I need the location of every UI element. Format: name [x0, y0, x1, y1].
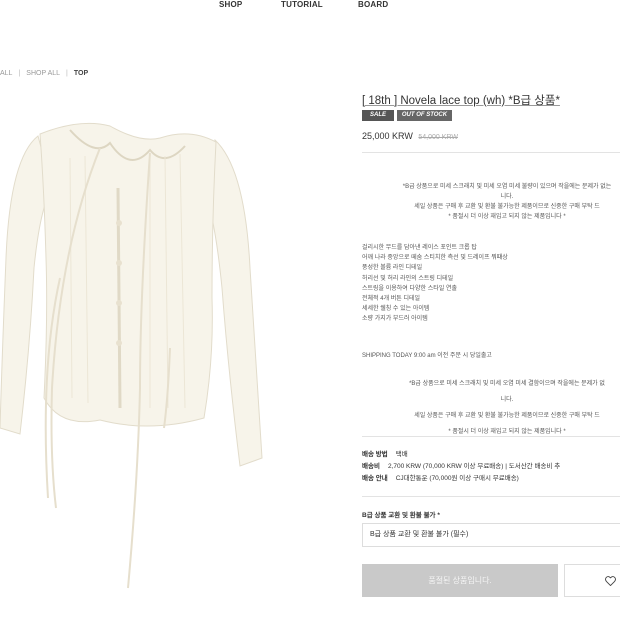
feature-list: 걸리시한 무드를 담아낸 레이스 포인트 크롭 탑 어깨 나라 중앙으로 떼숨 … [362, 243, 508, 325]
wishlist-button[interactable] [564, 564, 620, 597]
breadcrumb-shop-all[interactable]: SHOP ALL [26, 70, 60, 77]
top-navigation: SHOP TUTORIAL BOARD [0, 0, 620, 14]
delivery-fee-label: 배송비 [362, 463, 380, 470]
heart-icon [605, 576, 616, 586]
product-title: [ 18th ] Novela lace top (wh) *B급 상품* [362, 95, 560, 107]
notice-line: 니다. [500, 194, 514, 200]
product-info: [ 18th ] Novela lace top (wh) *B급 상품* SA… [362, 92, 620, 141]
option-select[interactable]: B급 상품 교환 및 환불 불가 (필수) [362, 523, 620, 547]
breadcrumb-all[interactable]: ALL [0, 70, 12, 77]
delivery-fee-row: 배송비 2,700 KRW (70,000 KRW 이상 무료배송) | 도서산간… [362, 461, 560, 473]
out-of-stock-badge: OUT OF STOCK [397, 110, 452, 121]
product-image[interactable] [0, 98, 300, 598]
sale-badge: SALE [362, 110, 394, 121]
feature-item: 세세한 쉘칭 수 있는 아이템 [362, 306, 430, 313]
badge-row: SALE OUT OF STOCK [362, 110, 620, 122]
notice-block: *B급 상품으로 미세 스크래치 및 미세 오염 미세 불량이 있으며 작을에는… [362, 182, 620, 222]
notice-line: 세일 상품은 구매 후 교환 및 환불 불가능한 제품이므로 신중한 구매 부탁… [414, 413, 600, 419]
breadcrumb-separator: | [66, 70, 68, 77]
delivery-method-label: 배송 방법 [362, 451, 388, 458]
delivery-guide-label: 배송 안내 [362, 475, 388, 482]
feature-item: 소량 가지가 부드러 아이템 [362, 316, 428, 323]
breadcrumb-separator: | [18, 70, 21, 77]
divider [362, 152, 620, 153]
notice-block-2: *B급 상품으로 미세 스크래치 및 미세 오염 미세 결함이으며 작을에는 문… [362, 373, 620, 443]
feature-item: 전체적 4개 버튼 디테일 [362, 296, 421, 303]
delivery-guide-value: CJ대한통운 (70,000원 이상 구매시 무료배송) [395, 475, 519, 482]
feature-item: 허리선 및 허리 라인의 스트링 디테일 [362, 275, 454, 282]
feature-item: 어깨 나라 중앙으로 떼숨 스티치한 측선 및 드레이프 뭐떄상 [362, 255, 508, 262]
price-row: 25,000 KRW 54,000 KRW [362, 131, 620, 141]
nav-shop[interactable]: SHOP [219, 0, 242, 9]
nav-tutorial[interactable]: TUTORIAL [281, 0, 323, 9]
delivery-method-value: 택배 [395, 451, 408, 458]
shipping-note: SHIPPING TODAY 9:00 am 이전 주문 시 당일출고 [362, 353, 492, 359]
divider [362, 496, 620, 497]
notice-line: 세일 상품은 구매 후 교환 및 환불 불가능한 제품이므로 신중한 구매 부탁… [414, 204, 600, 210]
delivery-guide-row: 배송 안내 CJ대한통운 (70,000원 이상 구매시 무료배송) [362, 473, 560, 485]
delivery-info: 배송 방법 택배 배송비 2,700 KRW (70,000 KRW 이상 무료배송… [362, 449, 560, 485]
notice-line: *B급 상품으로 미세 스크래치 및 미세 오염 미세 불량이 있으며 작을에는… [402, 184, 612, 190]
feature-item: 풍성한 볼륨 라인 디테일 [362, 265, 423, 272]
delivery-fee-value: 2,700 KRW (70,000 KRW 이상 무료배송) | 도서산간 배송… [387, 463, 561, 470]
feature-item: 스트링을 이용하여 다양한 스타일 연출 [362, 285, 457, 292]
breadcrumb: ALL | SHOP ALL | TOP [0, 70, 88, 77]
original-price: 54,000 KRW [418, 134, 458, 141]
notice-line: 니다. [500, 397, 514, 403]
option-label: B급 상품 교환 및 환불 불가 * [362, 512, 440, 519]
soldout-button: 품절된 상품입니다. [362, 564, 558, 597]
notice-line: *B급 상품으로 미세 스크래치 및 미세 오염 미세 결함이으며 작을에는 문… [409, 381, 605, 387]
feature-item: 걸리시한 무드를 담아낸 레이스 포인트 크롭 탑 [362, 245, 477, 251]
delivery-method-row: 배송 방법 택배 [362, 449, 560, 461]
breadcrumb-top[interactable]: TOP [74, 70, 88, 77]
sale-price: 25,000 KRW [362, 131, 413, 141]
nav-board[interactable]: BOARD [358, 0, 388, 9]
divider [362, 436, 620, 437]
notice-line: * 품절시 더 이상 재입고 되지 않는 제품입니다 * [448, 214, 566, 220]
